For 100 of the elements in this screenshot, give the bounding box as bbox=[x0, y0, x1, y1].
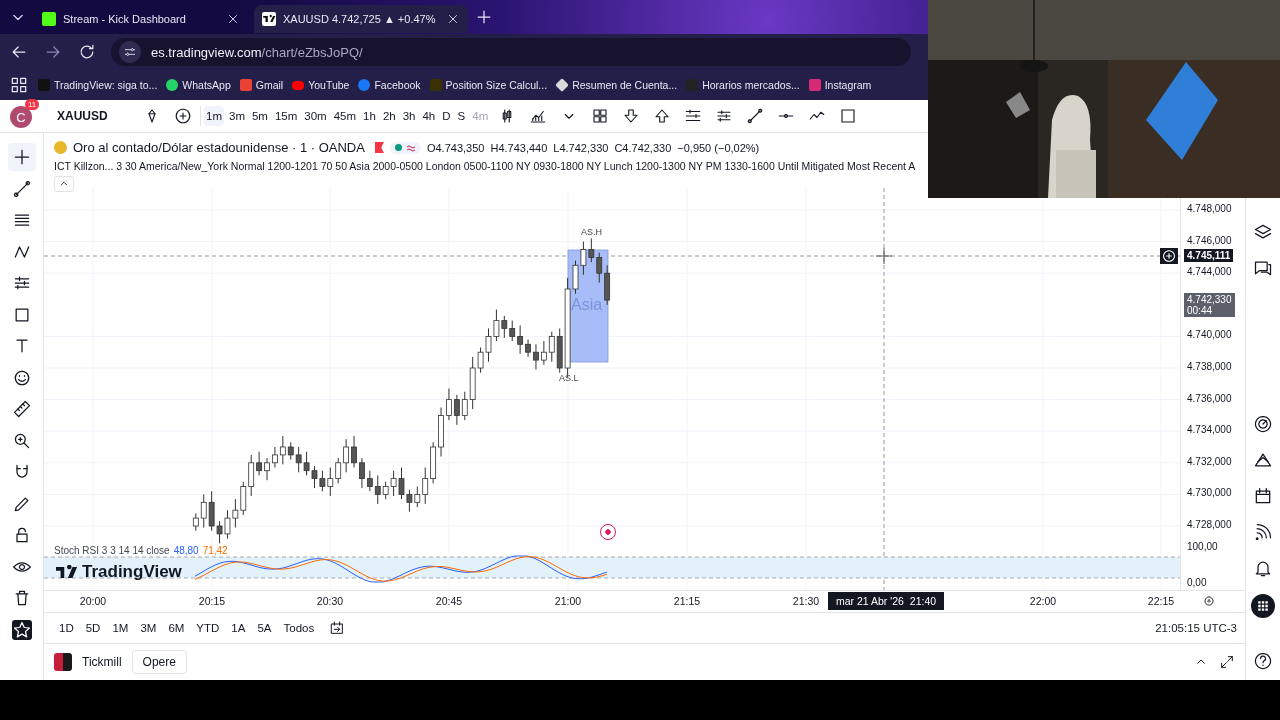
browser-tab[interactable]: Stream - Kick Dashboard bbox=[34, 5, 248, 33]
ohlc-value: −0,950 (−0,02%) bbox=[677, 141, 760, 154]
settings-icon[interactable] bbox=[1202, 594, 1216, 608]
interval-button[interactable]: S bbox=[455, 106, 468, 126]
oscillator-tick: 100,00 bbox=[1187, 541, 1218, 552]
bookmark[interactable]: Facebook bbox=[358, 79, 421, 91]
candle bbox=[351, 435, 357, 469]
bookmark[interactable]: TradingView: siga to... bbox=[38, 79, 158, 91]
interval-button[interactable]: 45m bbox=[331, 106, 359, 126]
bookmark[interactable]: Resumen de Cuenta... bbox=[556, 79, 678, 91]
price-tick: 4.734,000 bbox=[1187, 424, 1232, 436]
oscillator-name: Stoch RSI 3 3 14 14 close bbox=[54, 545, 170, 556]
interval-button[interactable]: 3h bbox=[400, 106, 418, 126]
range-button[interactable]: 6M bbox=[163, 619, 190, 637]
candle bbox=[264, 457, 270, 481]
expand-icon[interactable] bbox=[1219, 654, 1235, 670]
fullscreen-icon[interactable] bbox=[839, 107, 858, 125]
url-text: es.tradingview.com/chart/eZbsJoPQ/ bbox=[151, 44, 363, 60]
calendar-icon[interactable] bbox=[1253, 486, 1273, 506]
time-tick: 20:00 bbox=[79, 595, 107, 607]
range-button[interactable]: 3M bbox=[135, 619, 162, 637]
time-tick: 22:00 bbox=[1029, 595, 1057, 607]
price-tick: 4.740,000 bbox=[1187, 329, 1232, 341]
indicator-settings: ICT Killzon... 3 30 America/New_York Normal 1200-1201 70 50 Asia 2000-0500 London 0500-1100 NY 0930-1800 NY Lunch 1200-1300 NY PM 1330-1600 Until Mitigated Most Recent A bbox=[54, 160, 917, 172]
coin-icon bbox=[54, 141, 67, 154]
help-icon[interactable] bbox=[1253, 651, 1273, 671]
interval-button[interactable]: 3m bbox=[227, 106, 247, 126]
price-tick: 4.738,000 bbox=[1187, 361, 1232, 372]
oscillator-d-value: 71,42 bbox=[202, 545, 228, 556]
clock-timezone[interactable]: 21:05:15 UTC-3 bbox=[1155, 622, 1237, 634]
interval-button[interactable]: D bbox=[440, 106, 453, 126]
interval-button[interactable]: 30m bbox=[302, 106, 329, 126]
time-tick: 21:15 bbox=[673, 595, 701, 607]
arrow-down-icon[interactable] bbox=[622, 107, 641, 125]
oscillator-tick: 0,00 bbox=[1187, 577, 1207, 588]
price-tick: 4.728,000 bbox=[1187, 519, 1232, 530]
trend-line-icon[interactable] bbox=[746, 107, 765, 125]
interval-button[interactable]: 5m bbox=[249, 106, 270, 126]
add-alert-icon[interactable] bbox=[1160, 248, 1178, 264]
range-button[interactable]: 1D bbox=[54, 619, 79, 637]
bookmark[interactable]: YouTube bbox=[292, 79, 350, 91]
range-button[interactable]: 1M bbox=[107, 619, 134, 637]
close-icon[interactable] bbox=[446, 12, 460, 26]
trade-button[interactable]: Opere bbox=[131, 650, 187, 674]
range-button[interactable]: 5D bbox=[80, 619, 106, 637]
range-button[interactable]: YTD bbox=[191, 619, 225, 637]
site-settings-icon[interactable] bbox=[119, 41, 141, 63]
last-price-label: 4.742,330 00:44 bbox=[1184, 293, 1235, 317]
apps-grid-icon[interactable] bbox=[9, 75, 29, 95]
range-button[interactable]: 1A bbox=[226, 619, 251, 637]
flag-icon bbox=[374, 142, 384, 153]
interval-button[interactable]: 15m bbox=[272, 106, 300, 126]
crosshair-icon[interactable] bbox=[7, 143, 36, 171]
crosshair-time-label: mar 21 Abr '26 21:40 bbox=[828, 592, 945, 610]
tradingview-logo-icon bbox=[262, 12, 276, 26]
arrow-up-icon[interactable] bbox=[653, 107, 672, 125]
bookmark[interactable]: Horarios mercados... bbox=[686, 79, 800, 91]
bookmark[interactable]: Instagram bbox=[808, 79, 872, 91]
apps-icon[interactable] bbox=[1251, 594, 1275, 618]
session-high-label: AS.H bbox=[581, 227, 602, 237]
time-tick: 21:30 bbox=[792, 595, 820, 607]
add-symbol-icon[interactable] bbox=[174, 107, 192, 125]
browser-tab[interactable]: XAUUSD 4.742,725 ▲ +0.47% bbox=[254, 5, 468, 33]
address-bar[interactable]: es.tradingview.com/chart/eZbsJoPQ/ bbox=[111, 38, 911, 66]
close-icon[interactable] bbox=[226, 12, 240, 26]
session-low-label: AS.L bbox=[559, 373, 579, 383]
ohlc-value: H4.743,440 bbox=[490, 141, 548, 154]
symbol-search[interactable]: XAUUSD bbox=[53, 105, 135, 127]
time-tick: 20:45 bbox=[435, 595, 463, 607]
bookmark[interactable]: Gmail bbox=[239, 79, 284, 91]
interval-button[interactable]: 1m bbox=[204, 106, 224, 126]
ohlc-value: L4.742,330 bbox=[553, 141, 609, 154]
time-tick: 20:15 bbox=[198, 595, 226, 607]
interval-button[interactable]: 4h bbox=[420, 106, 438, 126]
time-tick: 20:30 bbox=[316, 595, 344, 607]
range-button[interactable]: 5A bbox=[252, 619, 277, 637]
bookmark[interactable]: Position Size Calcul... bbox=[429, 79, 548, 91]
ruler-icon[interactable] bbox=[11, 399, 32, 419]
time-tick: 22:15 bbox=[1147, 595, 1175, 607]
trend-line-icon[interactable] bbox=[11, 178, 32, 199]
star-icon[interactable] bbox=[11, 619, 32, 640]
interval-button[interactable]: 2h bbox=[380, 106, 398, 126]
layout-grid-icon[interactable] bbox=[591, 107, 610, 125]
price-tick: 4.746,000 bbox=[1187, 234, 1232, 246]
account-avatar[interactable]: C bbox=[10, 106, 32, 128]
broker-logo bbox=[54, 653, 72, 671]
sliders-icon[interactable] bbox=[715, 107, 734, 125]
price-tick: 4.732,000 bbox=[1187, 455, 1232, 467]
target-icon[interactable] bbox=[1253, 414, 1273, 434]
go-to-date-icon[interactable] bbox=[329, 620, 346, 636]
ohlc-value: C4.742,330 bbox=[614, 141, 672, 154]
interval-button[interactable]: 1h bbox=[361, 106, 378, 126]
symbol-title: Oro al contado/Dólar estadounidense · 1 · OANDA bbox=[73, 140, 365, 155]
tradingview-logo: TradingView bbox=[56, 562, 182, 582]
price-tick: 4.744,000 bbox=[1187, 266, 1232, 278]
range-button[interactable]: Todos bbox=[278, 619, 320, 637]
bookmark[interactable]: WhatsApp bbox=[166, 79, 231, 91]
price-tick: 4.730,000 bbox=[1187, 487, 1232, 499]
signal-icon[interactable] bbox=[1253, 522, 1273, 542]
crosshair-icon bbox=[875, 247, 893, 265]
